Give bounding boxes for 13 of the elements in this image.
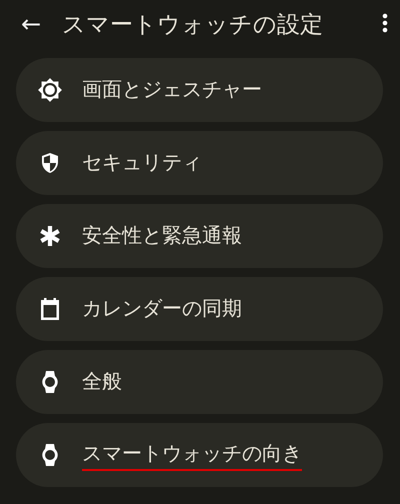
underlined-label: スマートウォッチの向き xyxy=(82,440,302,470)
brightness-icon xyxy=(37,77,63,103)
settings-item[interactable]: スマートウォッチの向き xyxy=(16,423,383,487)
more-icon xyxy=(382,12,388,32)
settings-item[interactable]: 全般 xyxy=(16,350,383,414)
settings-item[interactable]: 画面とジェスチャー xyxy=(16,58,383,122)
asterisk-icon xyxy=(38,224,62,248)
back-button[interactable]: ← xyxy=(16,10,46,38)
settings-item[interactable]: セキュリティ xyxy=(16,131,383,195)
screen-title: スマートウォッチの設定 xyxy=(62,10,324,40)
settings-item[interactable]: 安全性と緊急通報 xyxy=(16,204,383,268)
settings-item[interactable]: カレンダーの同期 xyxy=(16,277,383,341)
calendar-icon xyxy=(38,296,62,322)
